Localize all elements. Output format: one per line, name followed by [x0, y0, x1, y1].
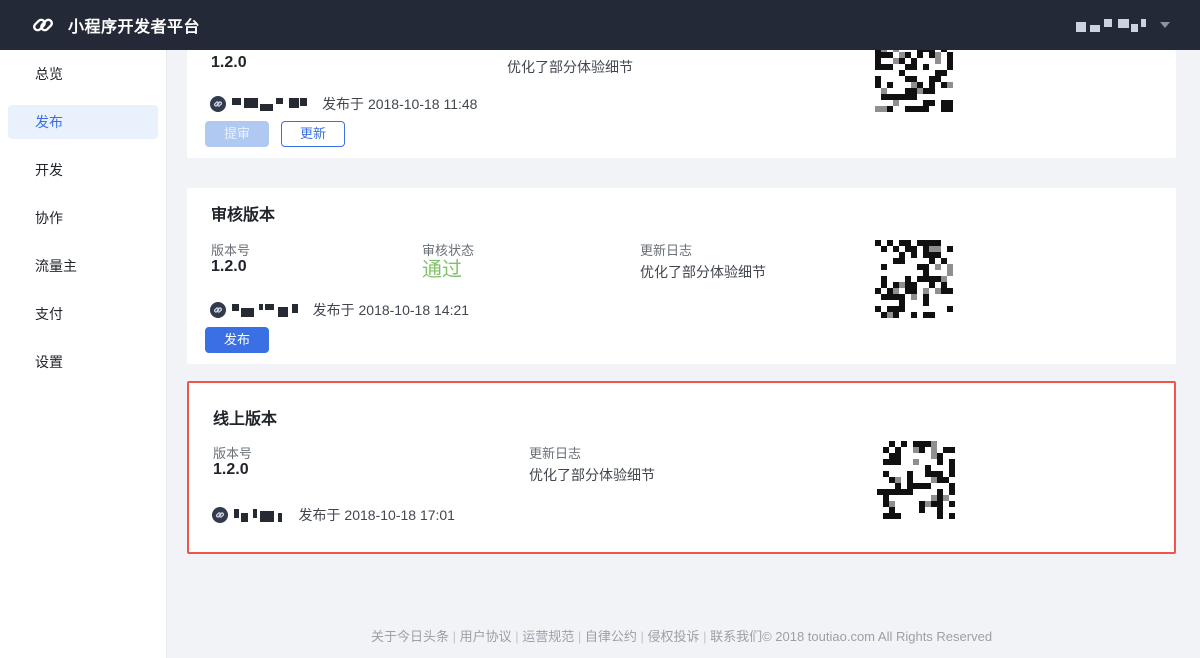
qr-code: [875, 50, 953, 112]
footer-link-0[interactable]: 关于今日头条: [371, 629, 449, 644]
sidebar-item-2[interactable]: 开发: [8, 153, 158, 187]
user-menu[interactable]: [1076, 19, 1170, 32]
sidebar-item-5[interactable]: 支付: [8, 297, 158, 331]
avatar: [210, 302, 226, 318]
footer-link-3[interactable]: 自律公约: [585, 629, 637, 644]
review-version-number: 1.2.0: [211, 258, 247, 276]
card-review-version: 审核版本 版本号 审核状态 更新日志 1.2.0 通过 优化了部分体验细节 发布…: [187, 188, 1176, 364]
footer-separator: |: [699, 629, 710, 644]
footer-separator: |: [512, 629, 523, 644]
footer-separator: |: [637, 629, 648, 644]
version-label: 版本号: [211, 240, 250, 259]
review-status-badge: 通过: [422, 253, 462, 282]
card-online-version: 线上版本 版本号 更新日志 1.2.0 优化了部分体验细节 发布于 2018-1…: [187, 381, 1176, 554]
sidebar-menu: 总览发布开发协作流量主支付设置: [0, 50, 167, 658]
sidebar-item-0[interactable]: 总览: [8, 57, 158, 91]
sidebar-item-3[interactable]: 协作: [8, 201, 158, 235]
review-publish-meta: 发布于 2018-10-18 14:21: [210, 300, 469, 320]
update-button[interactable]: 更新: [281, 121, 345, 147]
sidebar-item-1[interactable]: 发布: [8, 105, 158, 139]
dev-update-log: 优化了部分体验细节: [507, 57, 633, 77]
footer-copyright: © 2018 toutiao.com All Rights Reserved: [762, 629, 992, 644]
avatar: [212, 507, 228, 523]
online-update-log: 优化了部分体验细节: [529, 465, 655, 485]
footer-link-1[interactable]: 用户协议: [460, 629, 512, 644]
dev-publish-meta: 发布于 2018-10-18 11:48: [210, 94, 477, 114]
footer: 关于今日头条 | 用户协议 | 运营规范 | 自律公约 | 侵权投诉 | 联系我…: [187, 626, 1176, 645]
publish-button[interactable]: 发布: [205, 327, 269, 353]
top-navbar: 小程序开发者平台: [0, 0, 1200, 50]
version-label: 版本号: [213, 443, 252, 462]
main-content: 1.2.0 优化了部分体验细节 发布于 2018-10-18 11:48 提审 …: [167, 50, 1200, 658]
online-version-number: 1.2.0: [213, 461, 249, 479]
sidebar-item-6[interactable]: 设置: [8, 345, 158, 379]
card-title: 审核版本: [211, 201, 275, 225]
chevron-down-icon: [1160, 22, 1170, 28]
review-update-log: 优化了部分体验细节: [640, 262, 766, 282]
qr-code: [875, 240, 953, 318]
footer-link-4[interactable]: 侵权投诉: [647, 629, 699, 644]
sidebar-item-4[interactable]: 流量主: [8, 249, 158, 283]
dev-version-number: 1.2.0: [211, 54, 247, 72]
footer-link-2[interactable]: 运营规范: [522, 629, 574, 644]
log-label: 更新日志: [640, 240, 692, 259]
log-label: 更新日志: [529, 443, 581, 462]
publish-time: 发布于 2018-10-18 14:21: [313, 300, 469, 320]
submit-review-button[interactable]: 提审: [205, 121, 269, 147]
footer-separator: |: [574, 629, 585, 644]
publisher-name-redacted: [232, 98, 310, 111]
app-logo-icon: [30, 12, 56, 38]
card-title: 线上版本: [213, 405, 277, 429]
footer-separator: |: [449, 629, 460, 644]
card-dev-version: 1.2.0 优化了部分体验细节 发布于 2018-10-18 11:48 提审 …: [187, 50, 1176, 158]
footer-link-5[interactable]: 联系我们: [710, 629, 762, 644]
footer-links: 关于今日头条 | 用户协议 | 运营规范 | 自律公约 | 侵权投诉 | 联系我…: [371, 629, 992, 644]
publish-time: 发布于 2018-10-18 11:48: [322, 94, 477, 114]
avatar: [210, 96, 226, 112]
username-redacted: [1076, 19, 1150, 32]
publish-time: 发布于 2018-10-18 17:01: [299, 505, 455, 525]
qr-code: [877, 441, 955, 519]
app-title: 小程序开发者平台: [68, 13, 200, 37]
publisher-name-redacted: [232, 304, 301, 317]
publisher-name-redacted: [234, 509, 287, 522]
online-publish-meta: 发布于 2018-10-18 17:01: [212, 505, 455, 525]
